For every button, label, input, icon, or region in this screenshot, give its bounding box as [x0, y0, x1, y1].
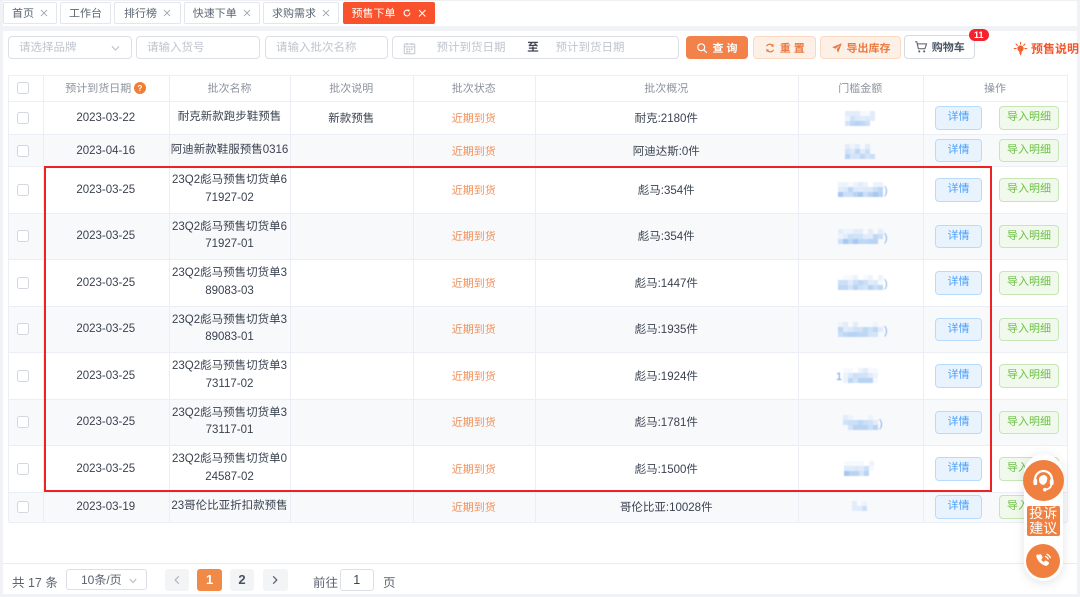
- svg-text:?: ?: [138, 84, 143, 93]
